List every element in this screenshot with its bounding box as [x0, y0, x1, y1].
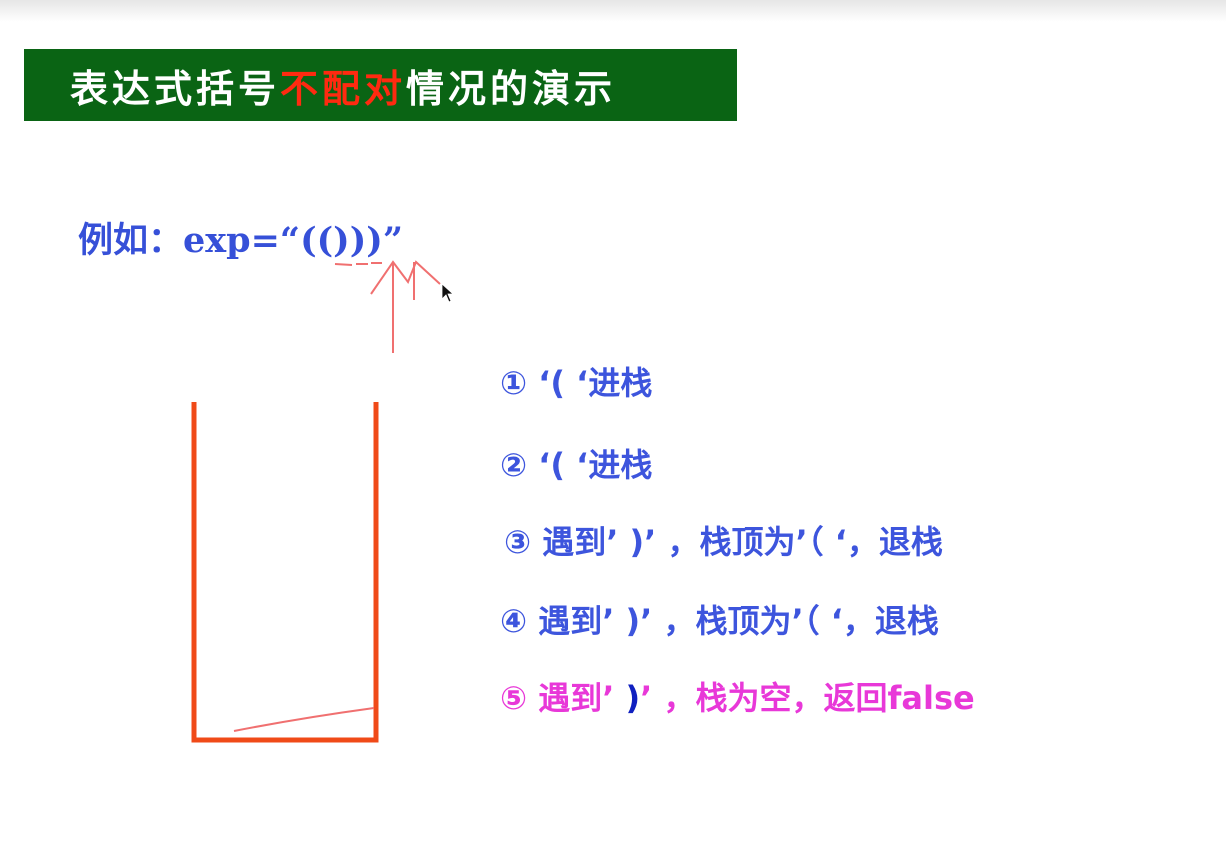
stack-annotation-line [233, 707, 375, 732]
step-2: ② ‘( ‘进栈 [500, 440, 652, 486]
step-5-text-a: 遇到’ [527, 679, 626, 717]
step-2-text: ‘( ‘进栈 [527, 446, 653, 484]
step-3: ③ 遇到’ )’ ，栈顶为’（ ‘，退栈 [504, 517, 943, 563]
step-1-text: ‘( ‘进栈 [527, 364, 653, 402]
step-5-paren: ) [625, 679, 641, 717]
paren-underline [334, 262, 382, 266]
step-1: ① ‘( ‘进栈 [500, 358, 652, 404]
step-4-text: 遇到’ )’ ，栈顶为’（ ‘，退栈 [527, 602, 939, 640]
step-2-number: ② [500, 446, 528, 484]
pointer-arrow [370, 260, 441, 353]
step-5-text-b: ’ ，栈为空，返回false [640, 679, 975, 717]
step-4: ④ 遇到’ )’ ，栈顶为’（ ‘，退栈 [500, 596, 939, 642]
stack-container [191, 402, 379, 743]
step-4-number: ④ [500, 602, 528, 640]
step-5: ⑤ 遇到’ )’ ，栈为空，返回false [500, 673, 975, 719]
step-3-number: ③ [504, 523, 532, 561]
step-1-number: ① [500, 364, 528, 402]
mouse-pointer-icon [441, 283, 455, 303]
step-5-number: ⑤ [500, 679, 528, 717]
step-3-text: 遇到’ )’ ，栈顶为’（ ‘，退栈 [531, 523, 943, 561]
